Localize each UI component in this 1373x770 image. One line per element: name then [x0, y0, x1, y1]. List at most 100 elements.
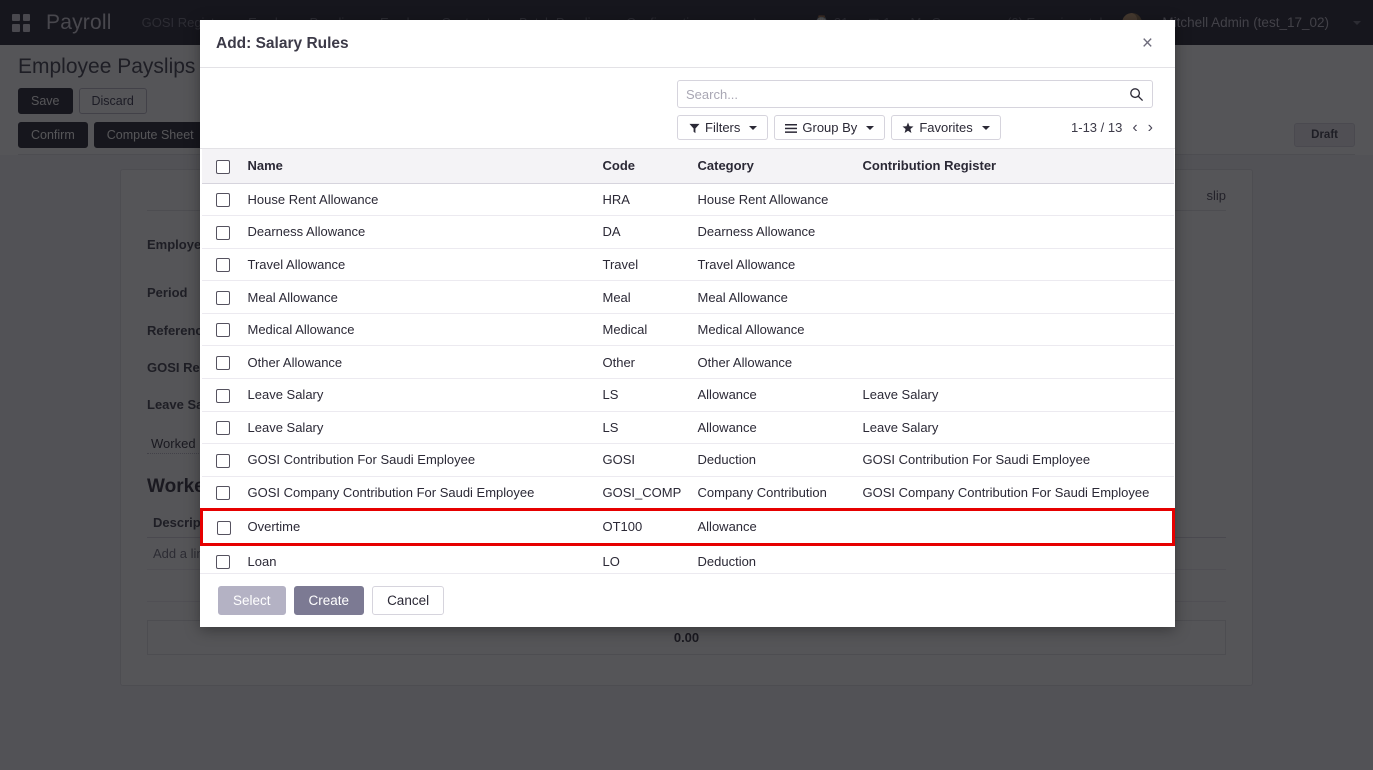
table-row[interactable]: Other Allowance Other Other Allowance — [201, 345, 1174, 379]
search-icon[interactable] — [1129, 87, 1152, 102]
cell-name: Meal Allowance — [239, 280, 595, 314]
header-category[interactable]: Category — [689, 149, 855, 184]
row-checkbox[interactable] — [215, 323, 230, 338]
cell-code: GOSI — [594, 443, 690, 477]
cell-name: Leave Salary — [239, 378, 595, 412]
header-code[interactable]: Code — [594, 149, 690, 184]
table-row[interactable]: House Rent Allowance HRA House Rent Allowa… — [201, 183, 1174, 217]
cell-name: Travel Allowance — [239, 248, 595, 282]
row-checkbox[interactable] — [215, 421, 230, 436]
table-row[interactable]: GOSI Company Contribution For Saudi Empl… — [201, 476, 1174, 511]
row-checkbox[interactable] — [215, 486, 230, 501]
chevron-down-icon-favorites — [981, 125, 990, 130]
cell-code: Medical — [594, 313, 690, 347]
cell-category: Medical Allowance — [689, 313, 855, 347]
cell-code: Travel — [594, 248, 690, 282]
row-checkbox[interactable] — [215, 193, 230, 208]
close-icon[interactable]: × — [1136, 32, 1159, 55]
row-checkbox[interactable] — [215, 355, 230, 370]
select-button[interactable]: Select — [218, 586, 286, 615]
cell-category: Company Contribution — [689, 476, 855, 511]
dialog-footer: Select Create Cancel — [200, 573, 1175, 627]
row-checkbox-cell[interactable] — [201, 280, 240, 314]
favorites-button[interactable]: Favorites — [891, 115, 1001, 140]
cell-name: Medical Allowance — [239, 313, 595, 347]
cell-contribution-register — [854, 345, 1174, 379]
search-panel: Filters Group By — [200, 68, 1175, 148]
cell-category: Deduction — [689, 443, 855, 477]
cell-code: LS — [594, 411, 690, 445]
cell-category: Meal Allowance — [689, 280, 855, 314]
row-checkbox[interactable] — [215, 290, 230, 305]
cell-code: LO — [594, 544, 690, 573]
cell-name: Overtime — [239, 508, 595, 546]
group-by-button[interactable]: Group By — [774, 115, 886, 140]
cell-category: Other Allowance — [689, 345, 855, 379]
table-row[interactable]: Medical Allowance Medical Medical Allowanc… — [201, 313, 1174, 347]
cell-contribution-register — [854, 544, 1174, 573]
salary-rules-table: Name Code Category Contribution Register… — [200, 149, 1175, 573]
pager: 1-13 / 13 ‹ › — [1071, 119, 1153, 136]
table-row[interactable]: Overtime OT100 Allowance — [200, 508, 1175, 546]
funnel-icon — [688, 122, 700, 134]
group-by-label: Group By — [802, 120, 858, 135]
cell-contribution-register: GOSI Contribution For Saudi Employee — [854, 443, 1174, 477]
cell-category: Allowance — [689, 378, 855, 412]
row-checkbox-cell[interactable] — [201, 411, 240, 445]
row-checkbox[interactable] — [215, 453, 230, 468]
cell-name: GOSI Contribution For Saudi Employee — [239, 443, 595, 477]
cell-name: House Rent Allowance — [239, 183, 595, 217]
search-column: Filters Group By — [677, 80, 1153, 140]
table-row[interactable]: Meal Allowance Meal Meal Allowance — [201, 280, 1174, 314]
cell-name: Loan — [239, 544, 595, 573]
screen-root: Payroll GOSI Register Employee Payslips … — [0, 0, 1373, 770]
select-all-checkbox[interactable] — [215, 159, 230, 174]
table-row[interactable]: GOSI Contribution For Saudi Employee GOSI… — [201, 443, 1174, 477]
dialog-header: Add: Salary Rules × — [200, 20, 1175, 68]
pager-range[interactable]: 1-13 / 13 — [1071, 120, 1122, 135]
chevron-left-icon[interactable]: ‹ — [1132, 119, 1137, 136]
dialog-title: Add: Salary Rules — [216, 34, 349, 52]
header-name[interactable]: Name — [239, 149, 595, 184]
cell-name: Leave Salary — [239, 411, 595, 445]
select-all-header — [201, 149, 240, 184]
table-row[interactable]: Travel Allowance Travel Travel Allowance — [201, 248, 1174, 282]
row-checkbox-cell[interactable] — [201, 183, 240, 217]
row-checkbox-cell[interactable] — [201, 378, 240, 412]
cell-name: Dearness Allowance — [239, 215, 595, 249]
table-row[interactable]: Loan LO Deduction — [201, 544, 1174, 573]
create-button[interactable]: Create — [293, 586, 365, 615]
row-checkbox-cell[interactable] — [201, 248, 240, 282]
bars-icon — [785, 122, 798, 134]
cell-contribution-register: GOSI Company Contribution For Saudi Empl… — [854, 476, 1174, 511]
row-checkbox-cell[interactable] — [201, 443, 240, 477]
filter-row: Filters Group By Favorites 1-13 / 13 ‹ › — [677, 115, 1153, 140]
row-checkbox[interactable] — [215, 225, 230, 240]
cancel-button[interactable]: Cancel — [372, 586, 445, 615]
row-checkbox-cell[interactable] — [201, 215, 240, 249]
search-box[interactable] — [677, 80, 1153, 108]
cell-name: Other Allowance — [239, 345, 595, 379]
header-contribution-register[interactable]: Contribution Register — [854, 149, 1174, 184]
row-checkbox-cell[interactable] — [200, 508, 240, 546]
table-row[interactable]: Leave Salary LS Allowance Leave Salary — [201, 411, 1174, 445]
row-checkbox-cell[interactable] — [201, 313, 240, 347]
row-checkbox[interactable] — [215, 388, 230, 403]
chevron-right-icon[interactable]: › — [1148, 119, 1153, 136]
cell-category: Deduction — [689, 544, 855, 573]
cell-code: Meal — [594, 280, 690, 314]
row-checkbox-cell[interactable] — [201, 544, 240, 573]
cell-contribution-register — [854, 215, 1174, 249]
row-checkbox-cell[interactable] — [201, 345, 240, 379]
table-row[interactable]: Leave Salary LS Allowance Leave Salary — [201, 378, 1174, 412]
cell-category: Allowance — [689, 508, 855, 546]
row-checkbox[interactable] — [215, 258, 230, 273]
filters-button[interactable]: Filters — [677, 115, 769, 140]
records-table-scroll[interactable]: Name Code Category Contribution Register… — [200, 148, 1175, 573]
table-row[interactable]: Dearness Allowance DA Dearness Allowance — [201, 215, 1174, 249]
search-input[interactable] — [678, 86, 1129, 102]
row-checkbox[interactable] — [215, 555, 230, 570]
cell-category: Allowance — [689, 411, 855, 445]
row-checkbox-cell[interactable] — [201, 476, 240, 511]
row-checkbox[interactable] — [217, 520, 231, 535]
